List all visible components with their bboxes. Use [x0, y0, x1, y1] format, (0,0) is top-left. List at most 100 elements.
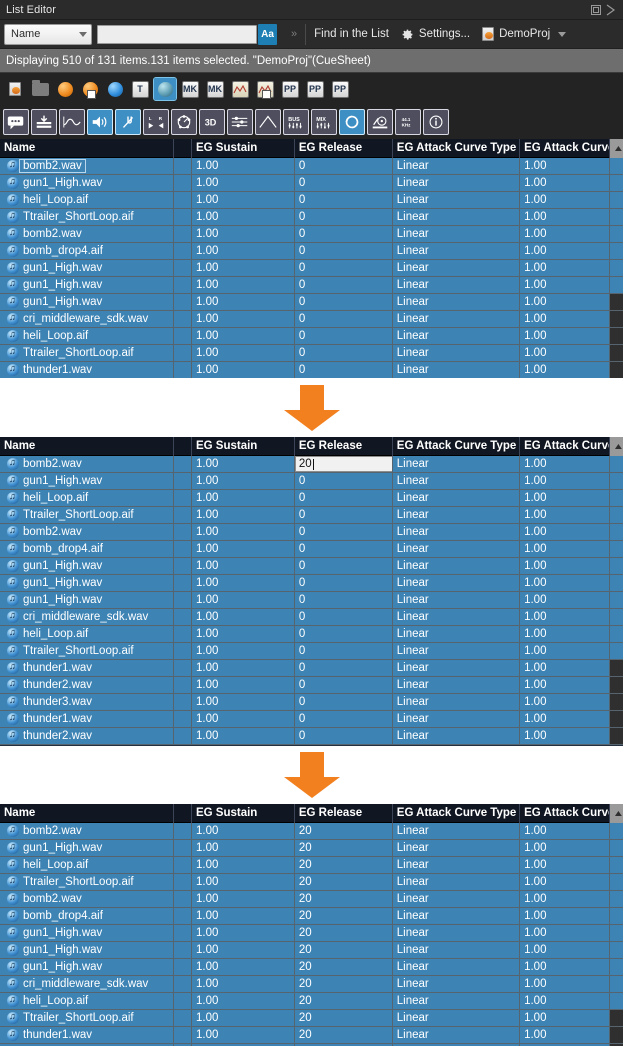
cell-sustain[interactable]: 1.00 — [192, 592, 295, 608]
project-selector[interactable]: DemoProj — [482, 27, 567, 41]
cell-curve[interactable]: 1.00 — [520, 891, 611, 907]
cell-curve_type[interactable]: Linear — [393, 660, 521, 676]
cell-sustain[interactable]: 1.00 — [192, 993, 295, 1009]
scrollbar-track-segment[interactable] — [610, 260, 623, 276]
column-header-sustain[interactable]: EG Sustain — [192, 804, 295, 823]
table-row[interactable]: thunder2.wav 1.00 0 Linear 1.00 — [0, 728, 623, 745]
cell-name[interactable]: cri_middleware_sdk.wav — [0, 311, 175, 327]
scrollbar-track-segment[interactable] — [610, 362, 623, 378]
cell-name[interactable]: Ttrailer_ShortLoop.aif — [0, 507, 175, 523]
pp-icon-2[interactable]: PP — [304, 78, 326, 100]
cell-release[interactable]: 0 — [295, 328, 393, 344]
sample-rate-icon[interactable]: 44.1 KHz — [395, 109, 421, 135]
cell-curve[interactable]: 1.00 — [520, 609, 611, 625]
cell-name[interactable]: gun1_High.wav — [0, 277, 175, 293]
cell-curve_type[interactable]: Linear — [393, 908, 521, 924]
cell-curve_type[interactable]: Linear — [393, 294, 521, 310]
cell-name[interactable]: thunder1.wav — [0, 660, 175, 676]
cell-name[interactable]: bomb2.wav — [0, 158, 175, 174]
mix-icon[interactable]: MIX — [311, 109, 337, 135]
cell-curve[interactable]: 1.00 — [520, 959, 611, 975]
cell-curve_type[interactable]: Linear — [393, 959, 521, 975]
cell-curve_type[interactable]: Linear — [393, 857, 521, 873]
scrollbar-track-segment[interactable] — [610, 311, 623, 327]
table-row[interactable]: thunder2.wav 1.00 0 Linear 1.00 — [0, 677, 623, 694]
marker-icon[interactable]: MK — [179, 78, 201, 100]
overflow-chevron-icon[interactable]: » — [291, 28, 297, 40]
scrollbar-track-segment[interactable] — [610, 840, 623, 856]
column-header-sustain[interactable]: EG Sustain — [192, 139, 295, 158]
cell-name[interactable]: thunder2.wav — [0, 728, 175, 744]
scrollbar-track-segment[interactable] — [610, 328, 623, 344]
column-header-sustain[interactable]: EG Sustain — [192, 437, 295, 456]
cell-curve_type[interactable]: Linear — [393, 840, 521, 856]
cell-release[interactable]: 0 — [295, 490, 393, 506]
scrollbar-track-segment[interactable] — [610, 592, 623, 608]
table-row[interactable]: heli_Loop.aif 1.00 0 Linear 1.00 — [0, 328, 623, 345]
scrollbar-track-segment[interactable] — [610, 728, 623, 744]
cell-name[interactable]: gun1_High.wav — [0, 294, 175, 310]
cell-curve_type[interactable]: Linear — [393, 976, 521, 992]
cell-curve[interactable]: 1.00 — [520, 524, 611, 540]
cell-curve[interactable]: 1.00 — [520, 490, 611, 506]
cell-release[interactable]: 20 — [295, 959, 393, 975]
cell-release[interactable]: 20 — [295, 840, 393, 856]
cell-release[interactable]: 0 — [295, 711, 393, 727]
cell-name[interactable]: gun1_High.wav — [0, 558, 175, 574]
cell-name[interactable]: heli_Loop.aif — [0, 626, 175, 642]
table-row[interactable]: gun1_High.wav 1.00 20 Linear 1.00 — [0, 959, 623, 976]
cell-name[interactable]: Ttrailer_ShortLoop.aif — [0, 643, 175, 659]
pp-icon-3[interactable]: PP — [329, 78, 351, 100]
cell-release[interactable]: 20 — [295, 1010, 393, 1026]
scrollbar-track-segment[interactable] — [610, 226, 623, 242]
column-header-gap[interactable] — [174, 139, 192, 158]
cell-curve_type[interactable]: Linear — [393, 609, 521, 625]
column-header-release[interactable]: EG Release — [295, 139, 393, 158]
scrollbar-track-segment[interactable] — [610, 524, 623, 540]
cell-release[interactable]: 0 — [295, 541, 393, 557]
cell-name[interactable]: Ttrailer_ShortLoop.aif — [0, 1010, 175, 1026]
cell-curve[interactable]: 1.00 — [520, 575, 611, 591]
cell-curve[interactable]: 1.00 — [520, 857, 611, 873]
cell-curve_type[interactable]: Linear — [393, 874, 521, 890]
cell-curve_type[interactable]: Linear — [393, 626, 521, 642]
cell-release[interactable]: 0 — [295, 694, 393, 710]
cell-curve_type[interactable]: Linear — [393, 592, 521, 608]
cell-name[interactable]: Ttrailer_ShortLoop.aif — [0, 209, 175, 225]
cell-name[interactable]: bomb2.wav — [0, 891, 175, 907]
cell-name[interactable]: gun1_High.wav — [0, 175, 175, 191]
float-window-icon[interactable] — [590, 4, 602, 16]
cell-sustain[interactable]: 1.00 — [192, 473, 295, 489]
record-icon[interactable] — [367, 109, 393, 135]
comment-icon[interactable] — [3, 109, 29, 135]
table-row[interactable]: bomb2.wav 1.00 20 Linear 1.00 — [0, 823, 623, 840]
cell-release[interactable]: 0 — [295, 277, 393, 293]
cell-curve[interactable]: 1.00 — [520, 874, 611, 890]
scrollbar-track-segment[interactable] — [610, 558, 623, 574]
cell-curve_type[interactable]: Linear — [393, 311, 521, 327]
cell-release[interactable]: 0 — [295, 345, 393, 361]
cell-name[interactable]: gun1_High.wav — [0, 260, 175, 276]
cell-release[interactable]: 20 — [295, 942, 393, 958]
cell-sustain[interactable]: 1.00 — [192, 874, 295, 890]
cell-curve[interactable]: 1.00 — [520, 643, 611, 659]
cell-curve[interactable]: 1.00 — [520, 328, 611, 344]
envelope-shape-icon[interactable] — [255, 109, 281, 135]
column-header-curve[interactable]: EG Attack Curve — [520, 437, 611, 456]
scrollbar-track-segment[interactable] — [610, 158, 623, 174]
scrollbar-track-segment[interactable] — [610, 857, 623, 873]
scrollbar-track-segment[interactable] — [610, 243, 623, 259]
cell-curve_type[interactable]: Linear — [393, 1027, 521, 1043]
scrollbar-track-segment[interactable] — [610, 456, 623, 472]
table-row[interactable]: gun1_High.wav 1.00 20 Linear 1.00 — [0, 925, 623, 942]
table-row[interactable]: thunder2.wav1.0020Linear1.00 — [0, 1044, 623, 1046]
table-row[interactable]: gun1_High.wav 1.00 0 Linear 1.00 — [0, 294, 623, 311]
cell-curve_type[interactable]: Linear — [393, 711, 521, 727]
table-row[interactable]: gun1_High.wav 1.00 0 Linear 1.00 — [0, 260, 623, 277]
cell-release[interactable]: 20 — [295, 976, 393, 992]
scrollbar-track-segment[interactable] — [610, 711, 623, 727]
column-header-curve_type[interactable]: EG Attack Curve Type — [393, 804, 521, 823]
three-d-pos-icon[interactable]: 3D — [199, 109, 225, 135]
cue-blue-icon[interactable] — [104, 78, 126, 100]
scrollbar-track-segment[interactable] — [610, 925, 623, 941]
